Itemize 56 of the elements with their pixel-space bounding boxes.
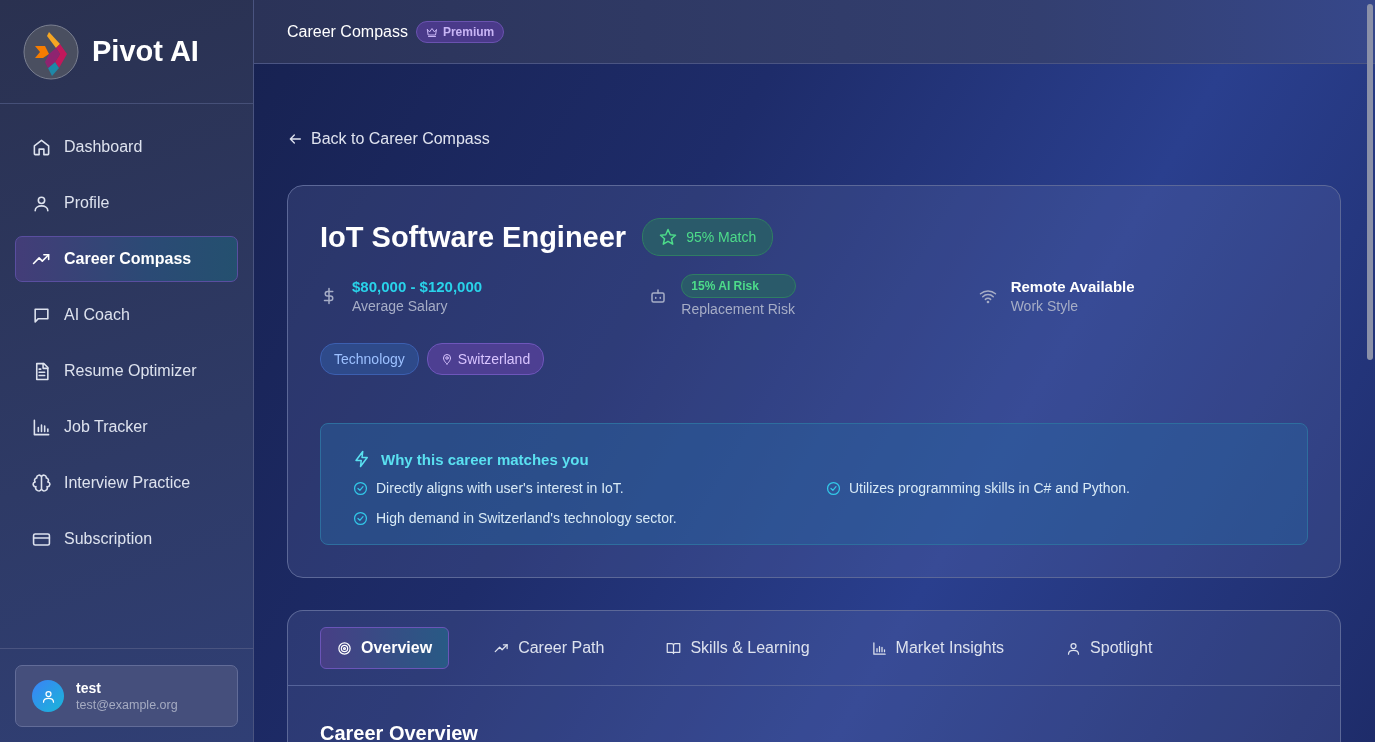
user-card[interactable]: test test@example.org: [15, 665, 238, 727]
back-arrow-icon: [287, 131, 303, 147]
avatar-icon: [32, 680, 64, 712]
stat-label: Average Salary: [352, 297, 448, 314]
reason-text: High demand in Switzerland's technology sector.: [376, 510, 677, 526]
bar-chart-icon: [32, 417, 51, 437]
stat-value: Remote Available: [1010, 277, 1135, 295]
book-icon: [666, 640, 682, 656]
sidebar-item[interactable]: Dashboard: [15, 124, 238, 170]
reasons-title: Why this career matches you: [381, 450, 589, 468]
sidebar-item[interactable]: Resume Optimizer: [15, 348, 238, 394]
user-icon: [32, 193, 51, 213]
star-icon: [659, 228, 678, 246]
bar-chart-icon: [871, 640, 887, 656]
home-icon: [32, 137, 51, 157]
logo-icon: [23, 23, 79, 80]
sidebar-item[interactable]: Job Tracker: [15, 404, 238, 450]
scrollbar[interactable]: [1367, 4, 1373, 360]
sidebar-item[interactable]: Career Compass: [15, 236, 238, 282]
user-name: test: [76, 680, 102, 696]
tab[interactable]: Skills & Learning: [649, 627, 827, 669]
check-circle-icon: [826, 480, 841, 496]
sidebar-item[interactable]: AI Coach: [15, 292, 238, 338]
stat-label: Work Style: [1010, 297, 1079, 314]
map-pin-icon: [440, 353, 453, 365]
section-title: Career Overview: [320, 722, 479, 742]
tag-label: Switzerland: [457, 351, 531, 367]
user-icon: [1066, 640, 1082, 656]
check-circle-icon: [353, 480, 368, 496]
back-link[interactable]: Back to Career Compass: [287, 130, 490, 148]
sidebar-item[interactable]: Subscription: [15, 516, 238, 562]
tab[interactable]: Overview: [320, 627, 450, 669]
career-title: IoT Software Engineer: [320, 220, 627, 254]
premium-label: Premium: [442, 24, 495, 39]
robot-icon: [649, 286, 668, 305]
brain-icon: [32, 473, 51, 493]
risk-badge: 15% AI Risk: [681, 274, 796, 298]
tab[interactable]: Career Path: [477, 627, 622, 669]
reason-text: Utilizes programming skills in C# and Python.: [849, 480, 1130, 496]
page-title: Career Compass: [287, 22, 408, 41]
stat-value: $80,000 - $120,000: [352, 277, 483, 295]
sidebar-item[interactable]: Interview Practice: [15, 460, 238, 506]
check-circle-icon: [353, 510, 368, 526]
tab[interactable]: Market Insights: [854, 627, 1022, 669]
reason-text: Directly aligns with user's interest in IoT.: [376, 480, 624, 496]
tag-label: Technology: [334, 351, 405, 367]
app-name: Pivot AI: [92, 35, 199, 68]
lightning-icon: [353, 450, 371, 468]
target-icon: [337, 640, 352, 656]
chat-icon: [32, 305, 51, 325]
match-label: 95% Match: [686, 229, 757, 245]
stat-label: Replacement Risk: [681, 301, 795, 317]
crown-icon: [425, 25, 438, 38]
user-email: test@example.org: [76, 698, 178, 712]
sidebar-item[interactable]: Profile: [15, 180, 238, 226]
tab[interactable]: Spotlight: [1049, 627, 1170, 669]
